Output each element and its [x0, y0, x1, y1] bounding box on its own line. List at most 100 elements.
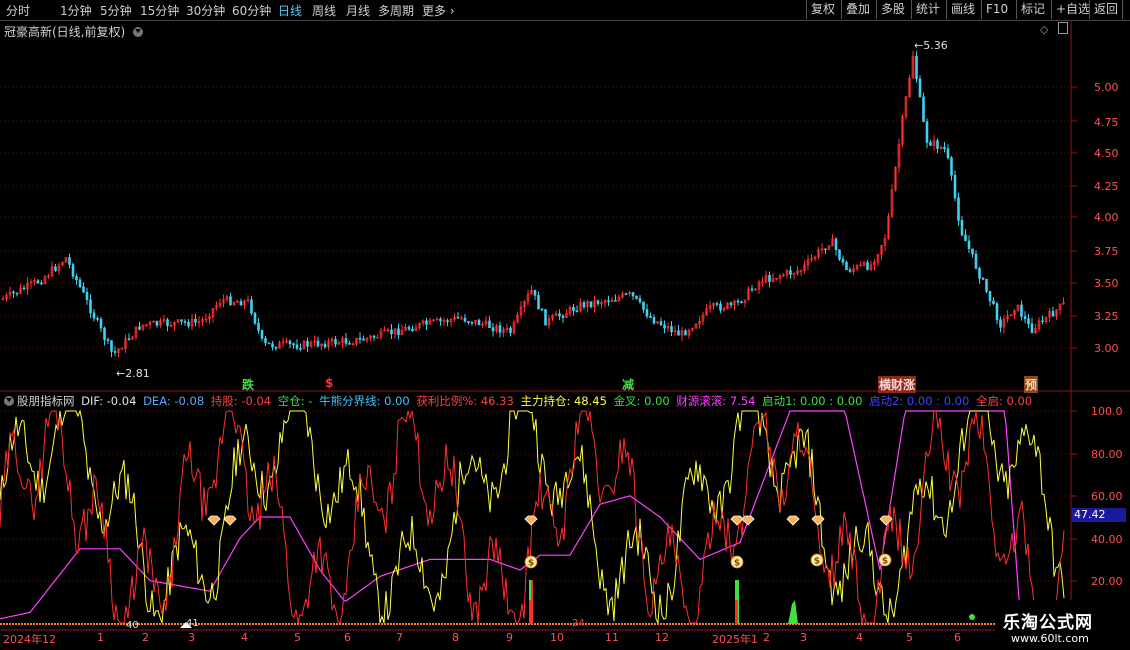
- candle-body: [652, 317, 656, 324]
- candle-body: [719, 303, 722, 311]
- high-price-label: ←5.36: [914, 39, 948, 52]
- candle-body: [950, 157, 953, 176]
- candle-body: [71, 264, 75, 277]
- candle-body: [120, 348, 124, 350]
- candle-body: [740, 301, 743, 304]
- candle-body: [964, 234, 967, 242]
- diamond-icon: [879, 515, 893, 526]
- candle-body: [834, 238, 838, 251]
- indicator-dropdown-icon[interactable]: [4, 396, 14, 406]
- diamond-icon: [223, 515, 237, 526]
- candle-body: [288, 340, 292, 344]
- x-tick: 2: [763, 631, 770, 644]
- candle-body: [845, 261, 848, 271]
- legend-main-position: 主力持仓: 48.45: [520, 394, 607, 408]
- candle-body: [106, 339, 110, 341]
- candle-body: [992, 300, 995, 304]
- legend-profit-ratio: 获利比例%: 46.33: [416, 394, 514, 408]
- candle-body: [295, 344, 299, 349]
- candle-body: [229, 296, 232, 306]
- diamond-icon: [524, 515, 538, 526]
- candle-body: [544, 309, 547, 326]
- diamond-icon: [786, 515, 800, 526]
- money-bag-symbol: $: [882, 557, 888, 567]
- candle-body: [271, 343, 274, 348]
- candle-body: [250, 299, 253, 314]
- signal-yu: 预: [1024, 376, 1039, 393]
- candle-body: [971, 248, 974, 255]
- price-tick: 3.00: [1094, 342, 1119, 355]
- legend-dif: DIF: -0.04: [81, 394, 137, 408]
- candle-body: [558, 313, 561, 317]
- candle-body: [274, 346, 278, 349]
- indicator-legend: 股朋指标网 DIF: -0.04 DEA: -0.08 持股: -0.04 空仓…: [4, 393, 1035, 409]
- candle-body: [463, 317, 467, 322]
- candle-body: [635, 295, 638, 299]
- legend-dea: DEA: -0.08: [143, 394, 205, 408]
- indicator-name[interactable]: 股朋指标网: [17, 394, 75, 408]
- kline-chart[interactable]: $ $ $ $: [0, 0, 1130, 650]
- candle-body: [631, 292, 635, 297]
- grid-lines: [0, 20, 1130, 631]
- indicator-tick: 100.0: [1091, 405, 1123, 418]
- candle-body: [936, 140, 939, 149]
- candle-body: [981, 277, 985, 280]
- candle-body: [596, 300, 600, 305]
- candle-body: [334, 338, 337, 345]
- candle-body: [943, 146, 946, 149]
- x-tick: 9: [506, 631, 513, 644]
- candle-body: [995, 303, 999, 320]
- money-bag-symbol: $: [528, 559, 534, 569]
- candle-body: [467, 321, 470, 323]
- candle-body: [113, 351, 117, 353]
- price-tick: 3.25: [1094, 310, 1119, 323]
- candle-body: [183, 321, 187, 323]
- candle-body: [411, 328, 414, 332]
- candle-body: [540, 308, 544, 311]
- candle-body: [967, 240, 971, 250]
- candle-body: [946, 148, 950, 158]
- candle-body: [1041, 320, 1044, 323]
- price-tick: 5.00: [1094, 81, 1119, 94]
- price-tick: 4.75: [1094, 116, 1119, 129]
- candle-body: [397, 328, 400, 336]
- candle-body: [1020, 304, 1023, 317]
- current-value-badge: 47.42: [1072, 508, 1126, 522]
- candle-body: [348, 343, 351, 345]
- candle-body: [498, 325, 502, 333]
- candle-body: [491, 327, 495, 332]
- x-tick: 5: [906, 631, 913, 644]
- candle-body: [575, 310, 579, 313]
- legend-all-start: 全启: 0.00: [975, 394, 1033, 408]
- candle-body: [456, 316, 460, 319]
- x-tick: 3: [188, 631, 195, 644]
- candle-body: [166, 319, 169, 326]
- indicator-tick: 80.00: [1091, 448, 1123, 461]
- candle-body: [323, 343, 327, 348]
- candle-body: [824, 248, 827, 251]
- candle-body: [624, 293, 628, 296]
- candle-body: [239, 301, 243, 306]
- candle-body: [978, 267, 981, 279]
- diamond-icon: [811, 515, 825, 526]
- candle-body: [960, 220, 964, 236]
- x-tick: 2024年12: [3, 633, 56, 646]
- candle-body: [607, 300, 610, 303]
- signal-spike: [735, 600, 738, 624]
- legend-start1: 启动1: 0.00 : 0.00: [762, 394, 863, 408]
- candle-body: [85, 291, 89, 301]
- candle-body: [684, 330, 687, 336]
- x-tick: 4: [856, 631, 863, 644]
- candle-body: [390, 329, 393, 335]
- candle-body: [82, 286, 85, 293]
- legend-start2: 启动2: 0.00 : 0.00: [869, 394, 970, 408]
- candle-body: [110, 340, 113, 352]
- candle-body: [477, 319, 481, 326]
- candle-body: [638, 298, 642, 303]
- candle-body: [572, 306, 575, 312]
- candle-body: [988, 290, 992, 302]
- x-tick: 6: [954, 631, 961, 644]
- candle-body: [194, 318, 197, 323]
- price-tick: 4.00: [1094, 211, 1119, 224]
- candle-body: [40, 282, 43, 285]
